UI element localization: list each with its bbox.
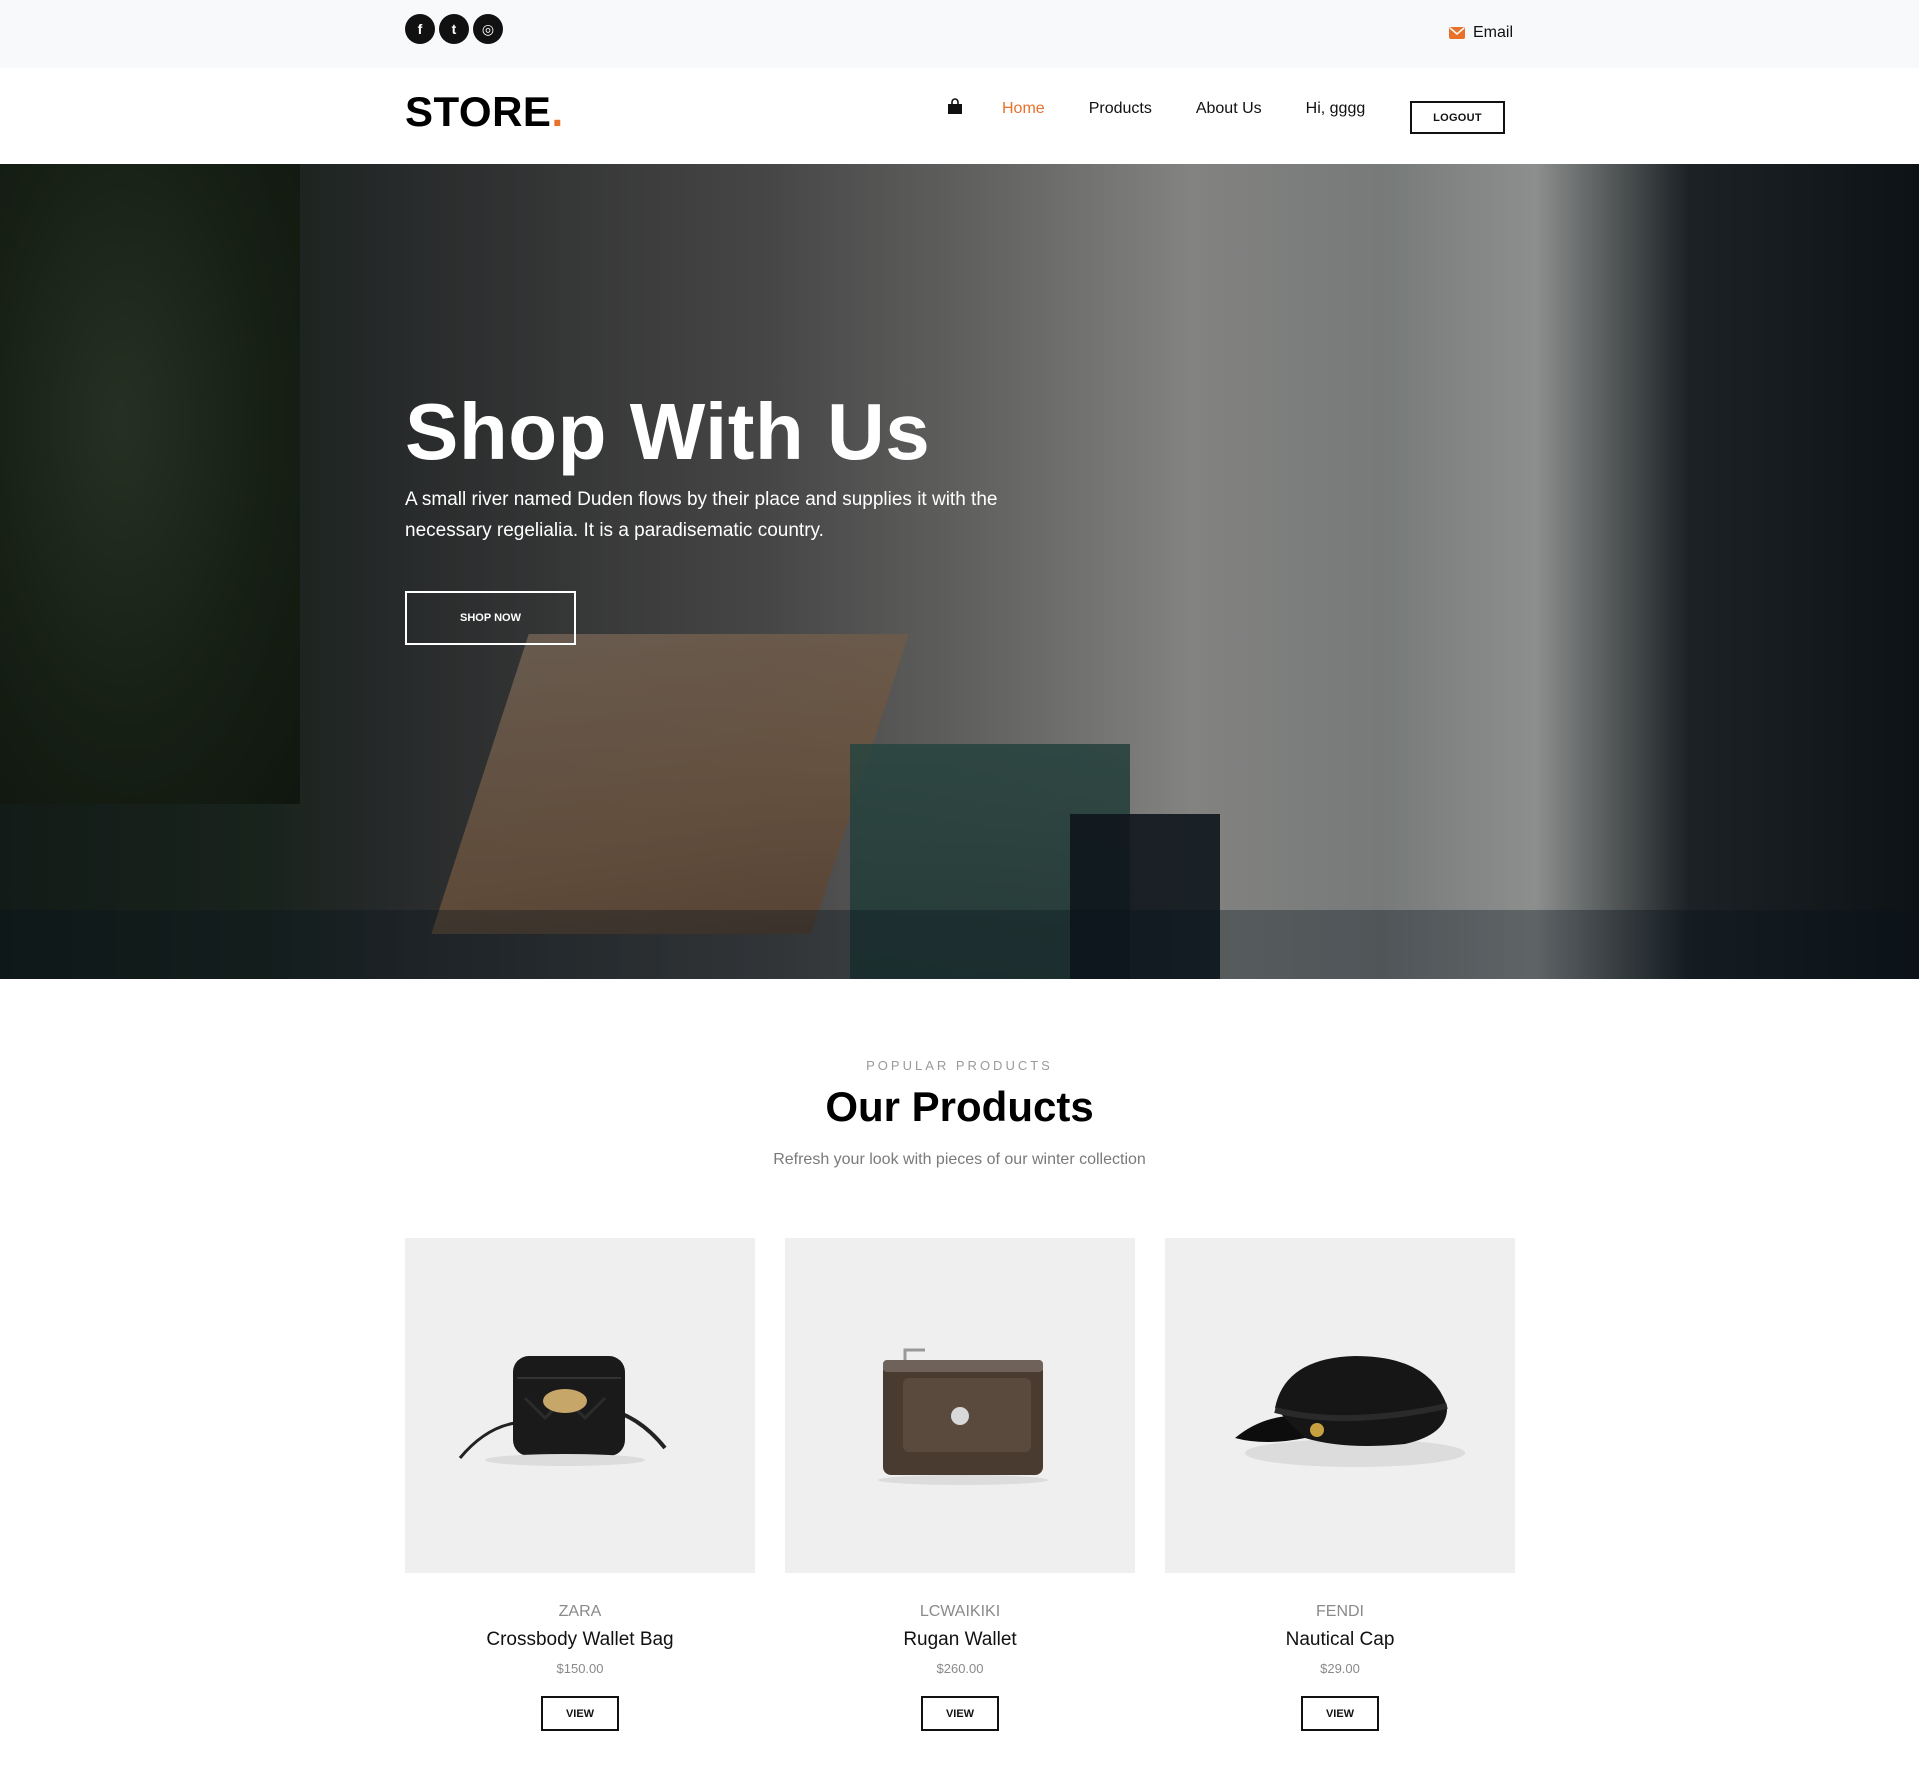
- main-nav: Home Products About Us Hi, gggg: [946, 98, 1409, 118]
- nav-link-products[interactable]: Products: [1089, 100, 1152, 118]
- product-card: ZARA Crossbody Wallet Bag $150.00 VIEW: [405, 1238, 755, 1731]
- product-price: $260.00: [936, 1661, 984, 1676]
- nav-link-home[interactable]: Home: [1002, 100, 1045, 118]
- email-link[interactable]: Email: [1449, 24, 1513, 42]
- view-button[interactable]: VIEW: [921, 1696, 999, 1731]
- product-price: $29.00: [1320, 1661, 1360, 1676]
- product-image-cap[interactable]: [1165, 1238, 1515, 1573]
- shopping-bag-icon[interactable]: [946, 98, 964, 116]
- hero-banner: Shop With Us A small river named Duden f…: [0, 164, 1919, 979]
- envelope-icon: [1449, 27, 1465, 39]
- product-brand: FENDI: [1316, 1603, 1364, 1620]
- product-brand: ZARA: [558, 1603, 602, 1620]
- product-card: LCWAIKIKI Rugan Wallet $260.00 VIEW: [785, 1238, 1135, 1731]
- product-card: FENDI Nautical Cap $29.00 VIEW: [1165, 1238, 1515, 1731]
- instagram-icon[interactable]: ◎: [473, 14, 503, 44]
- logo-dot: .: [551, 88, 564, 135]
- shop-now-button[interactable]: SHOP NOW: [405, 591, 576, 645]
- section-title: Our Products: [825, 1083, 1094, 1130]
- email-label: Email: [1473, 24, 1514, 41]
- section-subtitle: Refresh your look with pieces of our win…: [773, 1151, 1146, 1168]
- hero-overlay: [0, 164, 1919, 979]
- view-button[interactable]: VIEW: [1301, 1696, 1379, 1731]
- hero-bottom-band: [0, 910, 1919, 979]
- nav-link-user-greeting[interactable]: Hi, gggg: [1306, 100, 1366, 118]
- facebook-icon[interactable]: f: [405, 14, 435, 44]
- section-eyebrow: POPULAR PRODUCTS: [866, 1058, 1053, 1073]
- top-bar: f t ◎ Email: [0, 0, 1919, 68]
- product-brand: LCWAIKIKI: [919, 1603, 1001, 1620]
- twitter-icon[interactable]: t: [439, 14, 469, 44]
- product-name[interactable]: Rugan Wallet: [785, 1629, 1135, 1651]
- view-button[interactable]: VIEW: [541, 1696, 619, 1731]
- product-image-wallet[interactable]: [785, 1238, 1135, 1573]
- nav-link-about-us[interactable]: About Us: [1196, 100, 1262, 118]
- social-links: f t ◎: [405, 14, 503, 44]
- product-price: $150.00: [556, 1661, 604, 1676]
- logout-button[interactable]: LOGOUT: [1410, 101, 1505, 134]
- product-image-crossbody-bag[interactable]: [405, 1238, 755, 1573]
- hero-text: A small river named Duden flows by their…: [405, 489, 998, 541]
- product-name[interactable]: Crossbody Wallet Bag: [405, 1629, 755, 1651]
- product-name[interactable]: Nautical Cap: [1165, 1629, 1515, 1651]
- logo-text: STORE: [405, 88, 552, 135]
- store-logo[interactable]: STORE.: [405, 88, 564, 136]
- navbar: STORE. Home Products About Us Hi, gggg L…: [0, 68, 1919, 164]
- hero-title: Shop With Us: [405, 387, 931, 476]
